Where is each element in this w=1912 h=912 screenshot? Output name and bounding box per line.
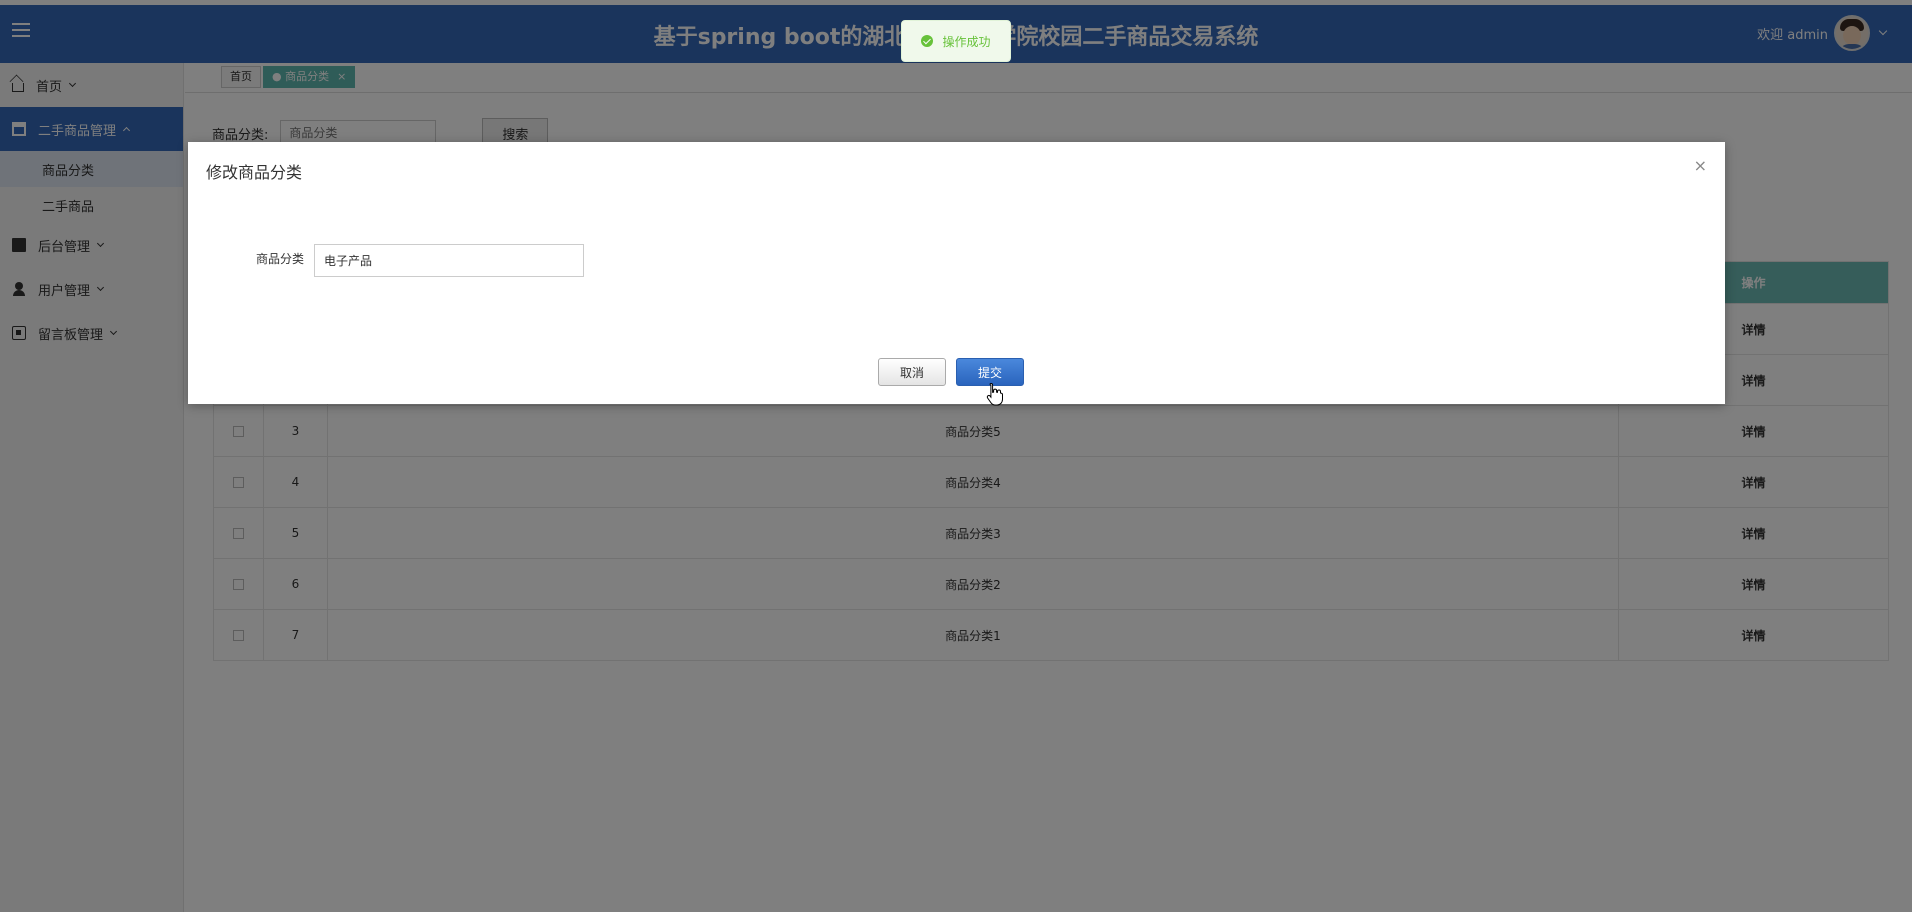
category-form-row: 商品分类 (252, 244, 584, 277)
success-toast: 操作成功 (901, 20, 1011, 62)
check-circle-icon (921, 35, 934, 47)
toast-text: 操作成功 (942, 34, 991, 49)
modal-overlay[interactable] (0, 0, 1912, 912)
category-field-label: 商品分类 (255, 252, 304, 266)
edit-category-dialog: 修改商品分类 × 商品分类 取消 提交 (188, 142, 1725, 404)
cancel-button[interactable]: 取消 (878, 358, 946, 386)
category-field[interactable] (314, 244, 584, 277)
hand-pointer-icon (986, 382, 1003, 406)
close-icon[interactable]: × (1694, 156, 1707, 175)
dialog-title: 修改商品分类 (206, 163, 303, 182)
